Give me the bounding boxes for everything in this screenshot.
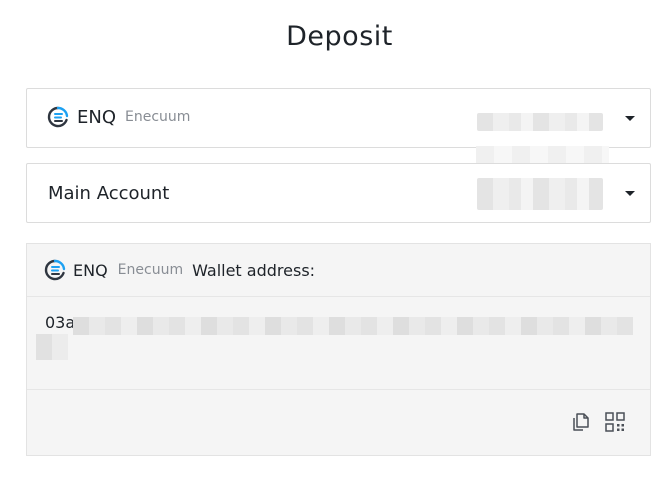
- enecuum-logo-icon: [44, 259, 66, 281]
- wallet-coin-name: Enecuum: [117, 262, 184, 278]
- redacted-address-tail: [36, 334, 68, 360]
- chevron-down-icon[interactable]: [625, 116, 635, 121]
- coin-select[interactable]: ENQ Enecuum: [26, 88, 651, 148]
- page-title: Deposit: [286, 21, 393, 52]
- wallet-address-label: Wallet address:: [192, 260, 316, 280]
- redacted-account-balance: [477, 178, 603, 210]
- redacted-address: [73, 317, 633, 335]
- redacted-balance: [477, 113, 603, 131]
- wallet-header: ENQ Enecuum Wallet address:: [27, 244, 650, 297]
- wallet-address-card: ENQ Enecuum Wallet address: 03a: [26, 243, 651, 456]
- chevron-down-icon[interactable]: [625, 191, 635, 196]
- enecuum-logo-icon: [47, 106, 69, 128]
- coin-select-value: ENQ Enecuum: [47, 106, 190, 128]
- wallet-coin-code: ENQ: [73, 260, 108, 280]
- redacted-overlay: [476, 146, 609, 164]
- coin-name: Enecuum: [125, 109, 191, 125]
- wallet-address[interactable]: 03a: [27, 297, 650, 390]
- coin-code: ENQ: [77, 106, 117, 128]
- account-select[interactable]: Main Account: [26, 163, 651, 223]
- address-prefix: 03a: [45, 313, 76, 332]
- account-label: Main Account: [48, 183, 170, 204]
- copy-icon[interactable]: [570, 411, 592, 433]
- qr-code-icon[interactable]: [604, 411, 626, 433]
- wallet-actions: [570, 411, 626, 433]
